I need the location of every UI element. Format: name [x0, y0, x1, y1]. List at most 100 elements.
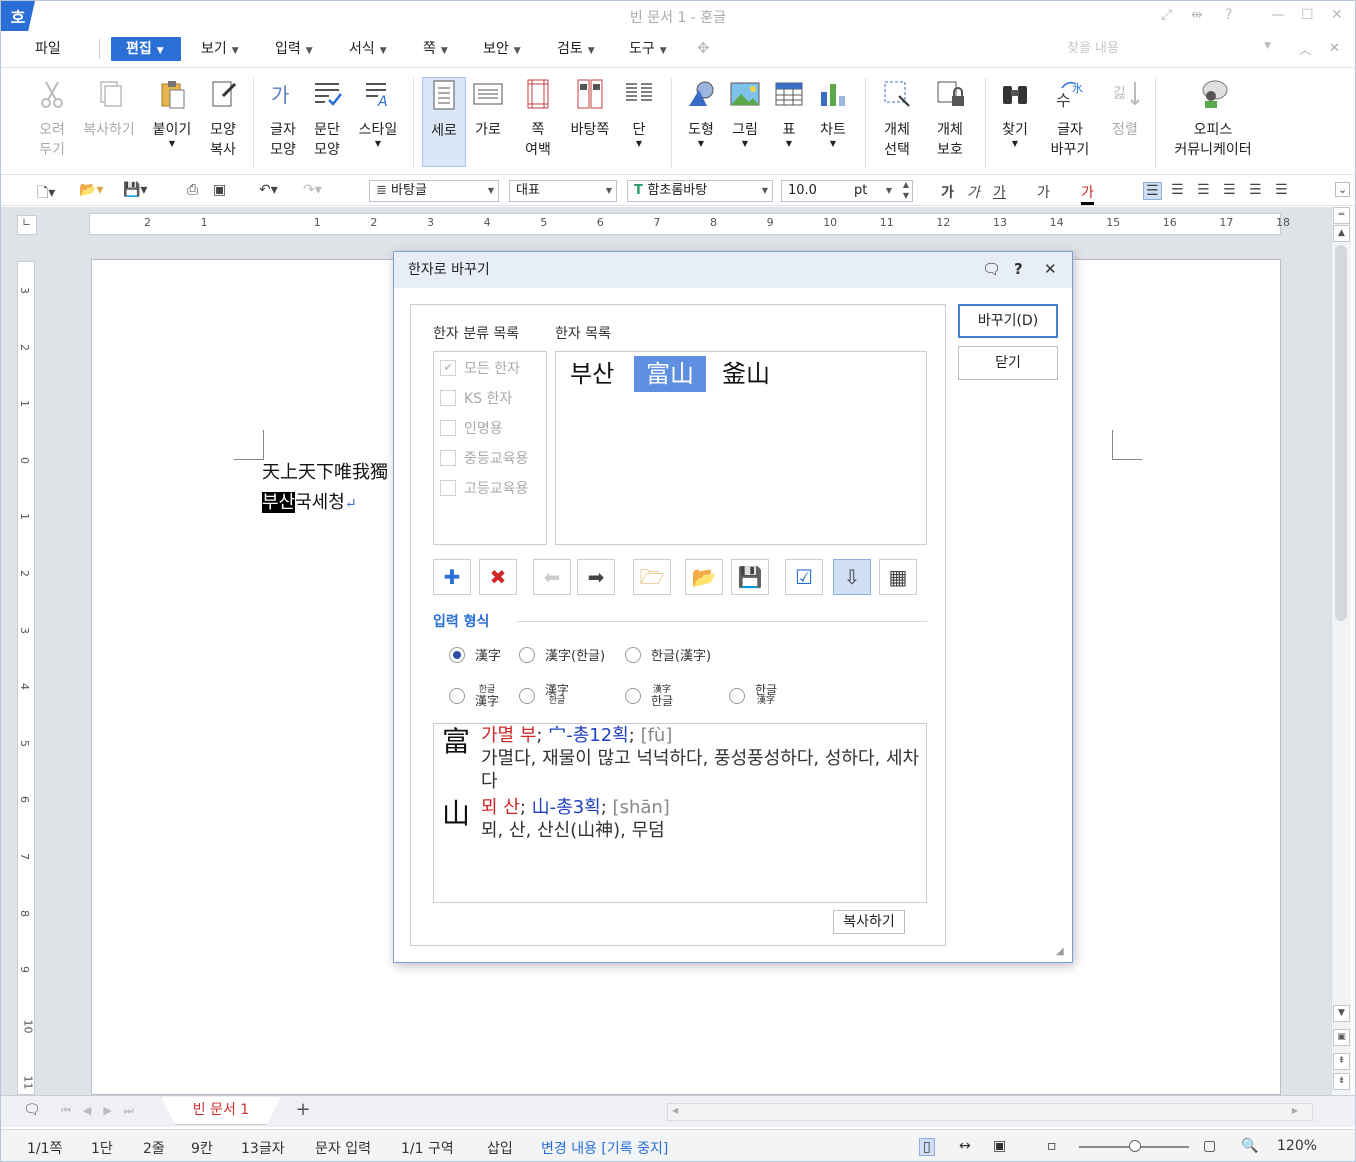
menu-view[interactable]: 보기 ▼ — [195, 37, 245, 61]
checkbox[interactable] — [440, 390, 456, 406]
save-icon[interactable]: 💾 — [731, 559, 769, 595]
close-doc-icon[interactable]: ✕ — [1329, 41, 1340, 56]
candidate-item[interactable]: 釜山 — [710, 356, 782, 392]
menu-review[interactable]: 검토 ▼ — [551, 37, 601, 61]
page-view-mode-icon[interactable]: ▯ — [919, 1138, 935, 1156]
status-page[interactable]: 1/1쪽 — [27, 1138, 62, 1158]
align-center-icon[interactable]: ☰ — [1197, 182, 1210, 198]
menu-file[interactable]: 파일 — [29, 37, 67, 61]
checkbox[interactable] — [440, 480, 456, 496]
save-icon[interactable]: 💾▾ — [123, 182, 147, 198]
split-view-icon[interactable]: ⇹ — [1191, 7, 1203, 23]
align-left-icon[interactable]: ☰ — [1171, 182, 1184, 198]
status-zoom[interactable]: 120% — [1277, 1138, 1317, 1154]
menu-insert[interactable]: 입력 ▼ — [269, 37, 319, 61]
ruler-corner[interactable]: ∟ — [17, 215, 37, 235]
scroll-up-icon[interactable]: ▲ — [1333, 225, 1350, 242]
toolbar-expand-icon[interactable]: ⌄ — [1335, 182, 1351, 197]
scroll-thumb[interactable] — [1335, 245, 1347, 621]
memo-icon[interactable]: 🗨 — [23, 1102, 41, 1118]
fit-page-icon[interactable]: ▣ — [993, 1138, 1006, 1154]
status-mode[interactable]: 문자 입력 — [315, 1138, 371, 1158]
vertical-layout-button[interactable]: 세로 — [422, 77, 466, 167]
char-replace-button[interactable]: 수水 글자 바꾸기 — [1043, 78, 1097, 160]
page-view-icon[interactable]: ▣ — [1333, 1029, 1350, 1046]
collapse-ribbon-icon[interactable]: ︿ — [1299, 41, 1311, 58]
undo-icon[interactable]: ↶▾ — [259, 182, 278, 198]
close-icon[interactable]: ✕ — [1044, 260, 1057, 278]
style-button[interactable]: A 스타일 ▼ — [355, 78, 401, 148]
object-protect-button[interactable]: 개체 보호 — [927, 78, 973, 160]
prev-page-icon[interactable]: ⇞ — [1333, 1053, 1350, 1070]
outline-select[interactable]: 대표 ▼ — [509, 180, 617, 202]
help-icon[interactable]: ? — [1225, 7, 1232, 23]
comment-icon[interactable]: 🗨 — [982, 260, 1001, 278]
tab-document[interactable]: 빈 문서 1 — [161, 1097, 281, 1125]
scroll-down-icon[interactable]: ▼ — [1333, 1005, 1350, 1022]
apply-icon[interactable]: ⇩ — [833, 559, 871, 595]
status-chars[interactable]: 13글자 — [241, 1138, 285, 1158]
column-button[interactable]: 단 ▼ — [621, 78, 657, 148]
format-copy-button[interactable]: 모양 복사 — [201, 78, 245, 160]
status-track-changes[interactable]: 변경 내용 [기록 중지] — [541, 1138, 668, 1158]
category-name[interactable]: 인명용 — [440, 418, 503, 438]
checkbox[interactable] — [440, 420, 456, 436]
hanja-candidate-list[interactable]: 부산 富山 釜山 — [555, 351, 927, 545]
document-line-2[interactable]: 부산국세청↵ — [262, 488, 357, 514]
format-hanja-hangul-radio[interactable]: 漢字(한글) — [519, 645, 605, 664]
align-justify-icon[interactable]: ☰ — [1143, 182, 1162, 200]
find-button[interactable]: 찾기 ▼ — [995, 78, 1035, 148]
dictionary-folder-icon[interactable]: 🗁 — [633, 559, 671, 595]
copy-button[interactable]: 복사하기 — [79, 78, 139, 140]
meaning-box[interactable]: 富 가멸 부; 宀-총12획; [fù] 가멸다, 재물이 많고 넉넉하다, 풍… — [433, 723, 927, 903]
style-select[interactable]: ≣ 바탕글 ▼ — [369, 180, 499, 202]
zoom-slider-thumb[interactable] — [1129, 1140, 1141, 1152]
open-folder-icon[interactable]: 📂▾ — [79, 182, 103, 198]
status-insert[interactable]: 삽입 — [487, 1138, 513, 1158]
office-communicator-button[interactable]: 오피스 커뮤니케이터 — [1167, 78, 1259, 160]
redo-icon[interactable]: ↷▾ — [303, 182, 322, 198]
page-margin-button[interactable]: 쪽 여백 — [515, 78, 561, 160]
add-icon[interactable]: ✚ — [433, 559, 471, 595]
preview-icon[interactable]: ▣ — [213, 182, 226, 198]
maximize-icon[interactable]: ☐ — [1301, 7, 1314, 23]
cut-button[interactable]: 오려 두기 — [29, 78, 75, 160]
copy-button[interactable]: 복사하기 — [833, 910, 905, 934]
vertical-ruler[interactable]: 3 2 1 0 1 2 3 4 5 6 7 8 9 10 11 — [17, 261, 35, 1095]
candidate-item[interactable]: 부산 — [558, 356, 626, 392]
category-middle[interactable]: 중등교육용 — [440, 448, 528, 468]
tab-nav-icons[interactable]: ⏮◀▶⏭ — [61, 1104, 146, 1118]
align-distribute-icon[interactable]: ☰ — [1249, 182, 1262, 198]
fullscreen-icon[interactable]: ⤢ — [1161, 7, 1172, 23]
open-folder-icon[interactable]: 📂 — [685, 559, 723, 595]
master-page-button[interactable]: 바탕쪽 — [567, 78, 613, 140]
align-right-icon[interactable]: ☰ — [1223, 182, 1236, 198]
selected-text[interactable]: 부산 — [262, 492, 296, 513]
char-shape-button[interactable]: 가 글자 모양 — [263, 78, 303, 160]
arrow-right-icon[interactable]: ➡ — [577, 559, 615, 595]
sort-button[interactable]: 긿 정렬 — [1105, 78, 1145, 140]
horizontal-scrollbar[interactable]: ◀ ▶ — [667, 1103, 1313, 1121]
dictionary-icon[interactable]: ▦ — [879, 559, 917, 595]
font-color-button[interactable]: 가 — [1081, 182, 1094, 205]
candidate-item-selected[interactable]: 富山 — [634, 356, 706, 392]
zoom-out-icon[interactable]: ▫ — [1047, 1138, 1057, 1154]
help-icon[interactable]: ? — [1014, 260, 1023, 278]
fit-width-icon[interactable]: ↔ — [959, 1138, 971, 1154]
checkbox[interactable] — [440, 450, 456, 466]
bold-button[interactable]: 가 — [941, 182, 954, 202]
font-size-input[interactable]: 10.0 pt ▼ ▲ ▼ — [781, 180, 913, 202]
resize-grip-icon[interactable]: ◢ — [1056, 946, 1064, 957]
italic-button[interactable]: 가 — [967, 182, 980, 202]
shape-button[interactable]: 도형 ▼ — [681, 78, 721, 148]
menu-security[interactable]: 보안 ▼ — [477, 37, 527, 61]
new-document-icon[interactable]: 🗋▾ — [37, 182, 55, 206]
format-ruby-hanja-small-radio[interactable]: 漢字 한글 — [625, 685, 673, 707]
format-ruby-hangul-over-radio[interactable]: 한글 漢字 — [449, 685, 499, 707]
menu-page[interactable]: 쪽 ▼ — [417, 37, 454, 61]
status-line[interactable]: 2줄 — [143, 1138, 165, 1158]
format-ruby-hangul-small-radio[interactable]: 한글 漢字 — [729, 684, 777, 707]
font-select[interactable]: T 함초롬바탕 ▼ — [627, 180, 773, 202]
para-shape-button[interactable]: 문단 모양 — [307, 78, 347, 160]
print-icon[interactable]: ⎙ — [187, 182, 198, 198]
